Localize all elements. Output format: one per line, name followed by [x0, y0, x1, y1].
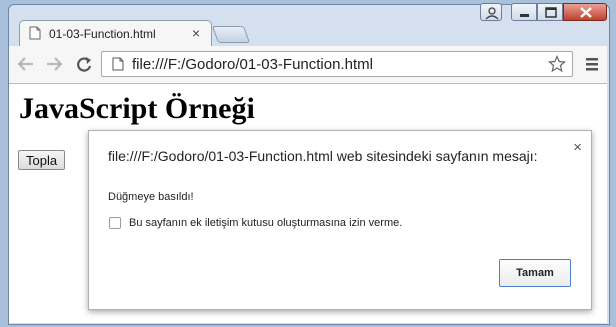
reload-icon[interactable]	[73, 54, 95, 74]
maximize-button[interactable]	[537, 3, 563, 21]
page-heading: JavaScript Örneği	[19, 92, 255, 125]
back-arrow-icon[interactable]	[15, 54, 37, 74]
page-icon	[112, 57, 124, 71]
suppress-dialogs-checkbox[interactable]	[109, 217, 121, 229]
alert-dialog: file:///F:/Godoro/01-03-Function.html we…	[88, 130, 592, 310]
address-text[interactable]: file:///F:/Godoro/01-03-Function.html	[132, 56, 373, 73]
minimize-icon	[520, 14, 529, 17]
bookmark-star-icon[interactable]	[548, 55, 566, 73]
minimize-button[interactable]	[511, 3, 537, 21]
new-tab-button[interactable]	[211, 26, 251, 43]
close-window-button[interactable]	[563, 3, 607, 21]
browser-window: 01-03-Function.html × file:///F:/Godoro/…	[0, 0, 616, 327]
suppress-dialogs-label[interactable]: Bu sayfanın ek iletişim kutusu oluşturma…	[129, 217, 402, 229]
profile-button[interactable]	[480, 3, 502, 21]
topla-button[interactable]: Topla	[18, 150, 66, 170]
dialog-close-icon[interactable]: ×	[573, 139, 582, 156]
maximize-icon	[545, 7, 557, 18]
address-bar[interactable]: file:///F:/Godoro/01-03-Function.html	[101, 51, 573, 77]
forward-arrow-icon[interactable]	[43, 54, 65, 74]
close-icon	[580, 7, 592, 18]
page-icon	[29, 26, 41, 40]
dialog-title: file:///F:/Godoro/01-03-Function.html we…	[108, 148, 538, 164]
ok-button[interactable]: Tamam	[499, 259, 571, 287]
tab-active[interactable]: 01-03-Function.html ×	[19, 20, 212, 47]
menu-icon[interactable]	[584, 55, 600, 73]
user-icon	[485, 7, 499, 20]
tab-title: 01-03-Function.html	[49, 27, 156, 41]
tab-close-icon[interactable]: ×	[192, 25, 200, 41]
dialog-message: Düğmeye basıldı!	[108, 191, 194, 203]
toolbar: file:///F:/Godoro/01-03-Function.html	[9, 46, 607, 84]
